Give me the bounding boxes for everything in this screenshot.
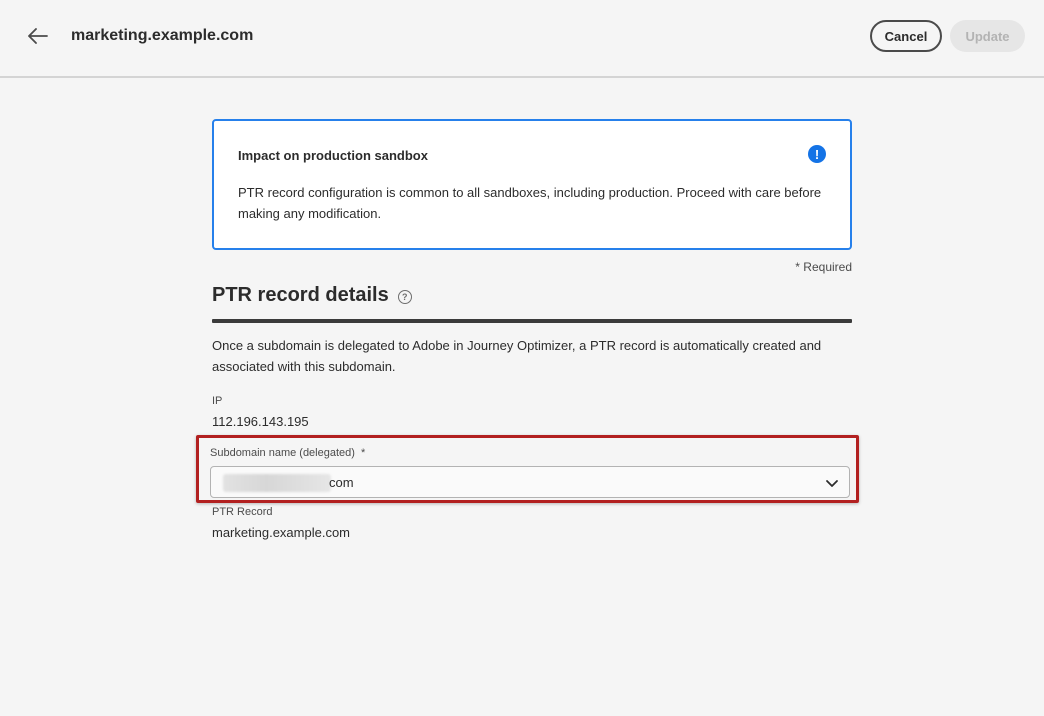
alert-title: Impact on production sandbox <box>238 148 428 163</box>
back-button[interactable] <box>26 24 50 48</box>
header-bar: marketing.example.com Cancel Update <box>0 0 1044 78</box>
ip-label: IP <box>212 395 223 407</box>
page-title: marketing.example.com <box>71 27 254 44</box>
subdomain-label: Subdomain name (delegated) * <box>210 447 365 459</box>
cancel-button[interactable]: Cancel <box>870 20 942 52</box>
help-circle-icon[interactable]: ? <box>397 289 412 304</box>
section-title: PTR record details <box>212 284 389 306</box>
ptr-record-label: PTR Record <box>212 506 273 518</box>
required-note: * Required <box>795 260 852 274</box>
section-description: Once a subdomain is delegated to Adobe i… <box>212 338 822 374</box>
subdomain-label-text: Subdomain name (delegated) <box>210 447 355 459</box>
alert-body: PTR record configuration is common to al… <box>238 185 822 221</box>
ip-value: 112.196.143.195 <box>212 414 309 429</box>
update-button[interactable]: Update <box>950 20 1025 52</box>
redacted-subdomain <box>223 474 331 492</box>
subdomain-select-value: com <box>329 475 354 490</box>
required-marker: * <box>361 447 366 459</box>
alert-box: Impact on production sandbox ! PTR recor… <box>212 119 852 250</box>
ptr-record-value: marketing.example.com <box>212 525 350 540</box>
chevron-down-icon[interactable] <box>825 476 839 490</box>
exclamation-icon: ! <box>808 145 826 163</box>
section-heading: PTR record details ? <box>212 284 412 307</box>
arrow-left-icon <box>28 28 48 44</box>
subdomain-select[interactable]: com <box>210 466 850 498</box>
section-divider <box>212 319 852 323</box>
